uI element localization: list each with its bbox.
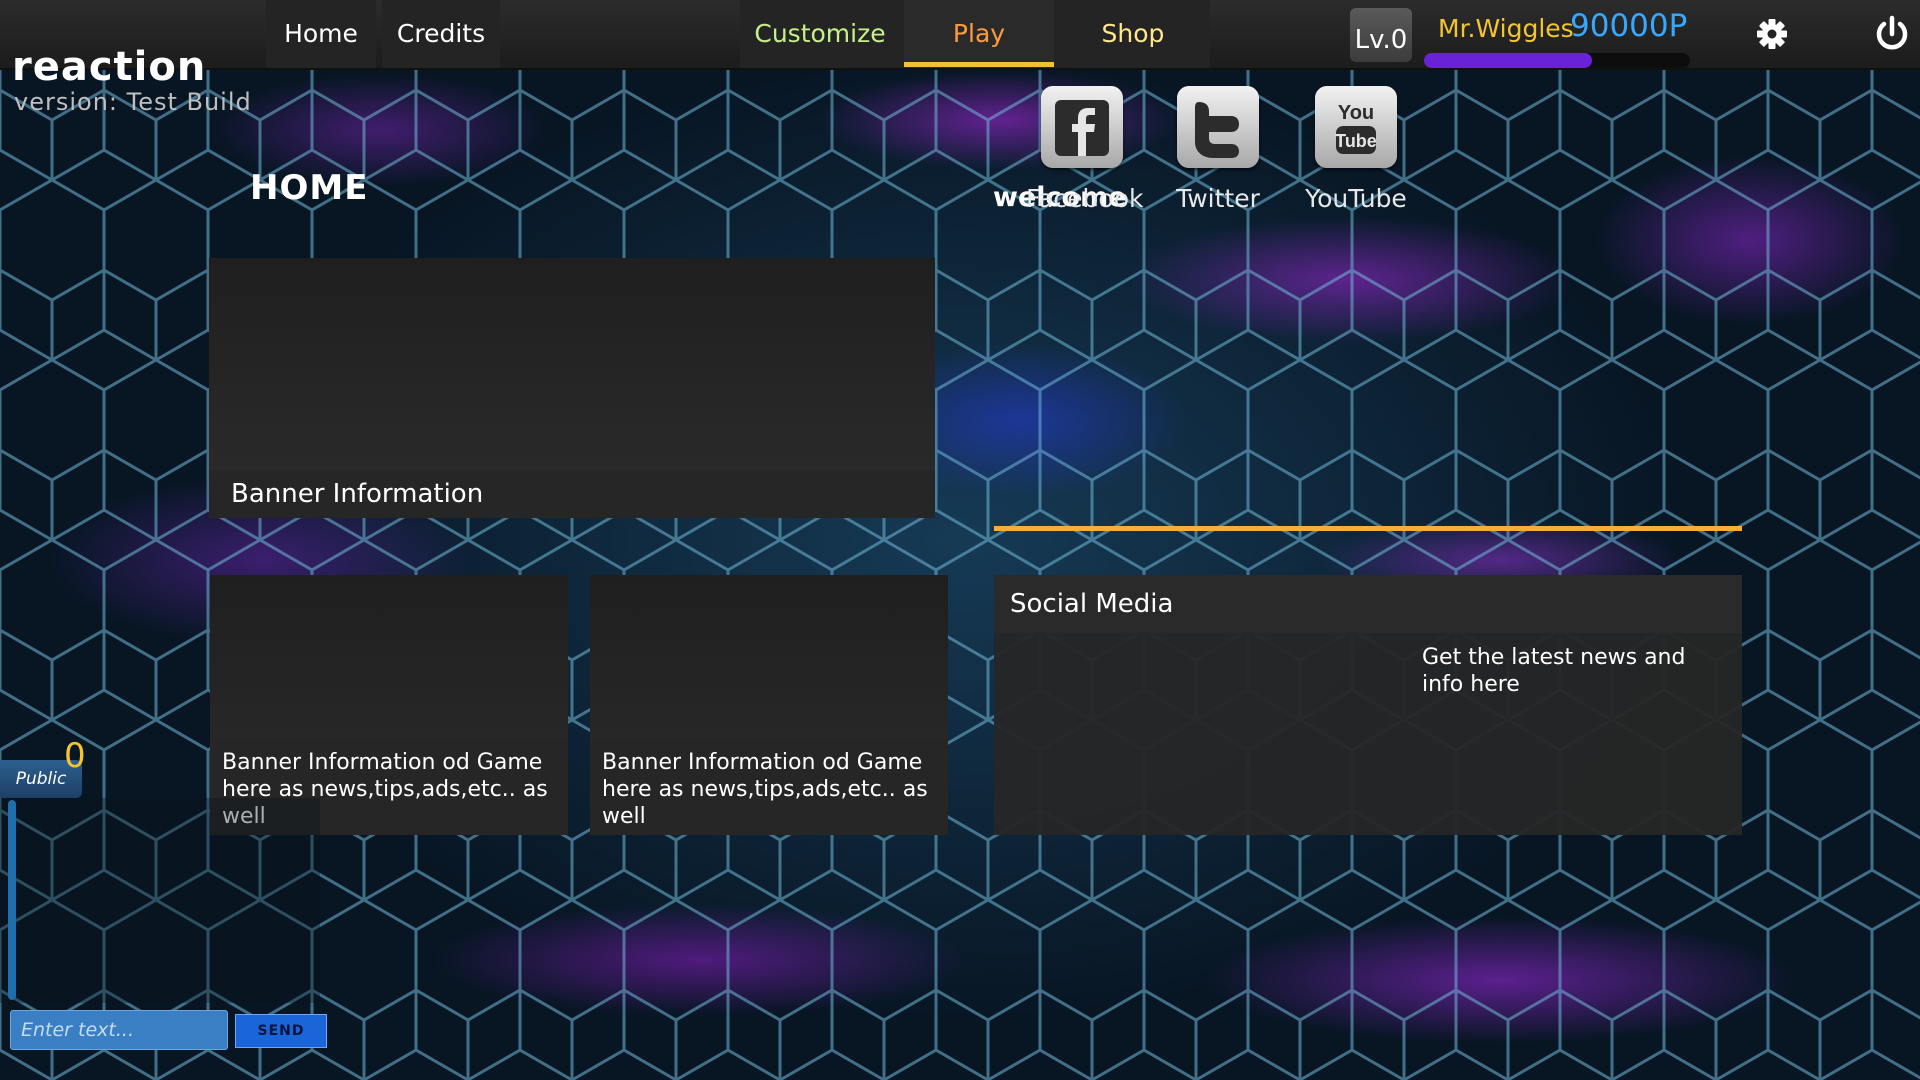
social-media-panel: Social Media	[994, 575, 1742, 835]
power-icon	[1876, 15, 1908, 50]
facebook-icon	[1041, 86, 1123, 168]
youtube-link[interactable]: You Tube YouTube	[1300, 86, 1412, 213]
social-media-title: Social Media	[1010, 589, 1174, 619]
chat-scrollbar[interactable]	[8, 800, 16, 1000]
twitter-label: Twitter	[1176, 184, 1260, 213]
main-banner-caption: Banner Information	[209, 470, 935, 518]
facebook-link[interactable]: Facebook	[1026, 86, 1144, 213]
svg-text:Tube: Tube	[1335, 131, 1377, 151]
svg-text:You: You	[1338, 102, 1374, 124]
tab-shop[interactable]: Shop	[1058, 0, 1208, 68]
youtube-icon: You Tube	[1315, 86, 1397, 168]
main-banner[interactable]: Banner Information	[209, 258, 935, 518]
top-nav-bar: Home Credits Customize Play Shop Lv.0 Mr…	[0, 0, 1920, 70]
facebook-label: Facebook	[1026, 184, 1144, 213]
twitter-icon	[1177, 86, 1259, 168]
page-title: HOME	[250, 168, 369, 208]
chat-unread-count: 0	[64, 736, 86, 776]
chat-send-button[interactable]: SEND	[235, 1014, 327, 1048]
news-banner-right[interactable]: Banner Information od Game here as news,…	[590, 575, 948, 835]
news-banner-right-caption: Banner Information od Game here as news,…	[590, 739, 948, 835]
xp-progress-fill	[1424, 53, 1592, 68]
twitter-link[interactable]: Twitter	[1162, 86, 1274, 213]
player-name: Mr.Wiggles	[1438, 14, 1574, 43]
xp-progress-bar	[1424, 53, 1690, 68]
social-media-title-bar: Social Media	[994, 575, 1742, 633]
gear-icon	[1757, 19, 1787, 49]
tab-play[interactable]: Play	[904, 0, 1054, 68]
news-banner-left[interactable]: Banner Information od Game here as news,…	[210, 575, 568, 835]
active-tab-indicator	[904, 62, 1054, 67]
tab-home[interactable]: Home	[266, 0, 376, 68]
chat-input[interactable]	[10, 1010, 228, 1050]
player-points: 90000P	[1570, 8, 1688, 44]
welcome-divider	[994, 526, 1742, 531]
tab-customize[interactable]: Customize	[740, 0, 900, 68]
chat-log	[0, 798, 320, 1003]
settings-button[interactable]	[1752, 14, 1792, 54]
tab-credits[interactable]: Credits	[382, 0, 500, 68]
game-logo-title: reaction	[12, 44, 207, 90]
power-button[interactable]	[1872, 14, 1912, 54]
youtube-label: YouTube	[1305, 184, 1407, 213]
level-badge: Lv.0	[1350, 8, 1412, 62]
social-media-description: Get the latest news and info here	[1422, 645, 1686, 697]
game-version-label: version: Test Build	[14, 88, 252, 116]
